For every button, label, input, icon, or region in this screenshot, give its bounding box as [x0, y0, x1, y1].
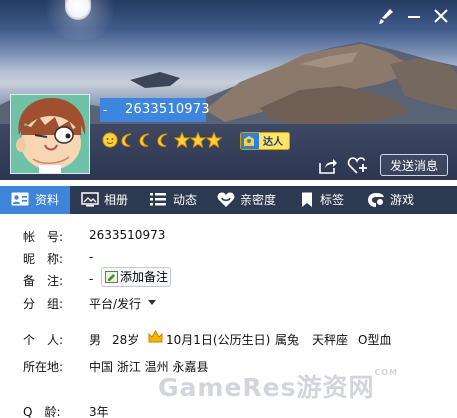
- star-level-icon: [206, 132, 222, 148]
- send-message-button[interactable]: 发送消息: [380, 154, 448, 176]
- add-remark-button[interactable]: 添加备注: [101, 267, 171, 287]
- avatar[interactable]: [10, 94, 90, 174]
- profile-card-icon: [11, 192, 29, 206]
- tab-album-label: 相册: [104, 193, 129, 207]
- tab-games-label: 游戏: [390, 193, 415, 207]
- qq-number-prefix: -: [103, 103, 108, 117]
- moon-level-icon: [121, 133, 132, 147]
- blood-type-value: O型血: [358, 333, 392, 347]
- tab-tags[interactable]: 标签: [298, 186, 356, 214]
- remark-value: -: [89, 272, 94, 286]
- zodiac-value: 属兔: [275, 333, 300, 347]
- moon-level-icon: [139, 133, 150, 147]
- qq-number-text: 2633510973: [125, 102, 210, 117]
- location-label: 所在地:: [23, 360, 64, 374]
- age-value: 28岁: [112, 333, 140, 347]
- sun-level-icon: [102, 132, 118, 148]
- group-label: 分 组:: [23, 297, 64, 311]
- tab-feed[interactable]: 动态: [146, 186, 208, 214]
- qq-number-selection[interactable]: - 2633510973: [100, 98, 210, 122]
- profile-window: - 2633510973 达人 发送消息 资料 相册 动态 亲密度 标签 游戏 …: [0, 0, 457, 418]
- nickname-label: 昵 称:: [23, 252, 64, 266]
- skin-brush-icon[interactable]: [376, 6, 396, 26]
- account-value[interactable]: 2633510973: [89, 228, 165, 242]
- remark-label: 备 注:: [23, 274, 64, 288]
- star-level-icon: [174, 132, 190, 148]
- tab-feed-label: 动态: [173, 193, 198, 207]
- tab-profile-label: 资料: [35, 193, 60, 207]
- watermark-text: GameRes游资网: [158, 373, 375, 402]
- gender-value: 男: [89, 333, 102, 347]
- constellation-value: 天秤座: [312, 333, 349, 347]
- gameres-watermark: GameRes游资网COM: [158, 368, 398, 404]
- tab-tags-label: 标签: [320, 193, 345, 207]
- group-value[interactable]: 平台/发行: [89, 295, 141, 312]
- close-icon[interactable]: [430, 5, 452, 27]
- birthday-crown-icon: [148, 330, 163, 343]
- talent-badge-label: 达人: [263, 137, 283, 148]
- star-level-icon: [190, 132, 206, 148]
- heart-plus-icon[interactable]: [347, 156, 369, 176]
- edit-note-icon: [105, 271, 118, 283]
- cartoon-face-icon: [11, 95, 89, 173]
- feed-list-icon: [150, 193, 166, 206]
- qq-age-value: 3年: [89, 405, 109, 418]
- tab-intimacy-label: 亲密度: [240, 193, 277, 207]
- tab-intimacy[interactable]: 亲密度: [215, 186, 289, 214]
- minimize-icon[interactable]: [404, 6, 424, 26]
- moon-level-icon: [157, 133, 168, 147]
- profile-header: - 2633510973 达人 发送消息: [0, 0, 457, 180]
- profile-tabs: 资料 相册 动态 亲密度 标签 游戏: [0, 186, 457, 214]
- add-remark-label: 添加备注: [120, 270, 169, 284]
- album-icon: [81, 192, 99, 207]
- watermark-sub: COM: [374, 368, 399, 377]
- bookmark-icon: [302, 192, 312, 207]
- tab-album[interactable]: 相册: [76, 186, 138, 214]
- game-icon: [368, 193, 384, 207]
- qq-age-label: Q 龄:: [23, 405, 61, 418]
- personal-label: 个 人:: [23, 333, 64, 347]
- chevron-down-icon[interactable]: [148, 300, 156, 305]
- heart-icon: [217, 192, 235, 207]
- account-label: 帐 号:: [23, 230, 64, 244]
- tab-games[interactable]: 游戏: [365, 186, 425, 214]
- birthday-value: 10月1日(公历生日): [166, 333, 271, 347]
- tab-profile[interactable]: 资料: [0, 186, 70, 214]
- nickname-value: -: [89, 250, 94, 264]
- share-icon[interactable]: [318, 157, 338, 175]
